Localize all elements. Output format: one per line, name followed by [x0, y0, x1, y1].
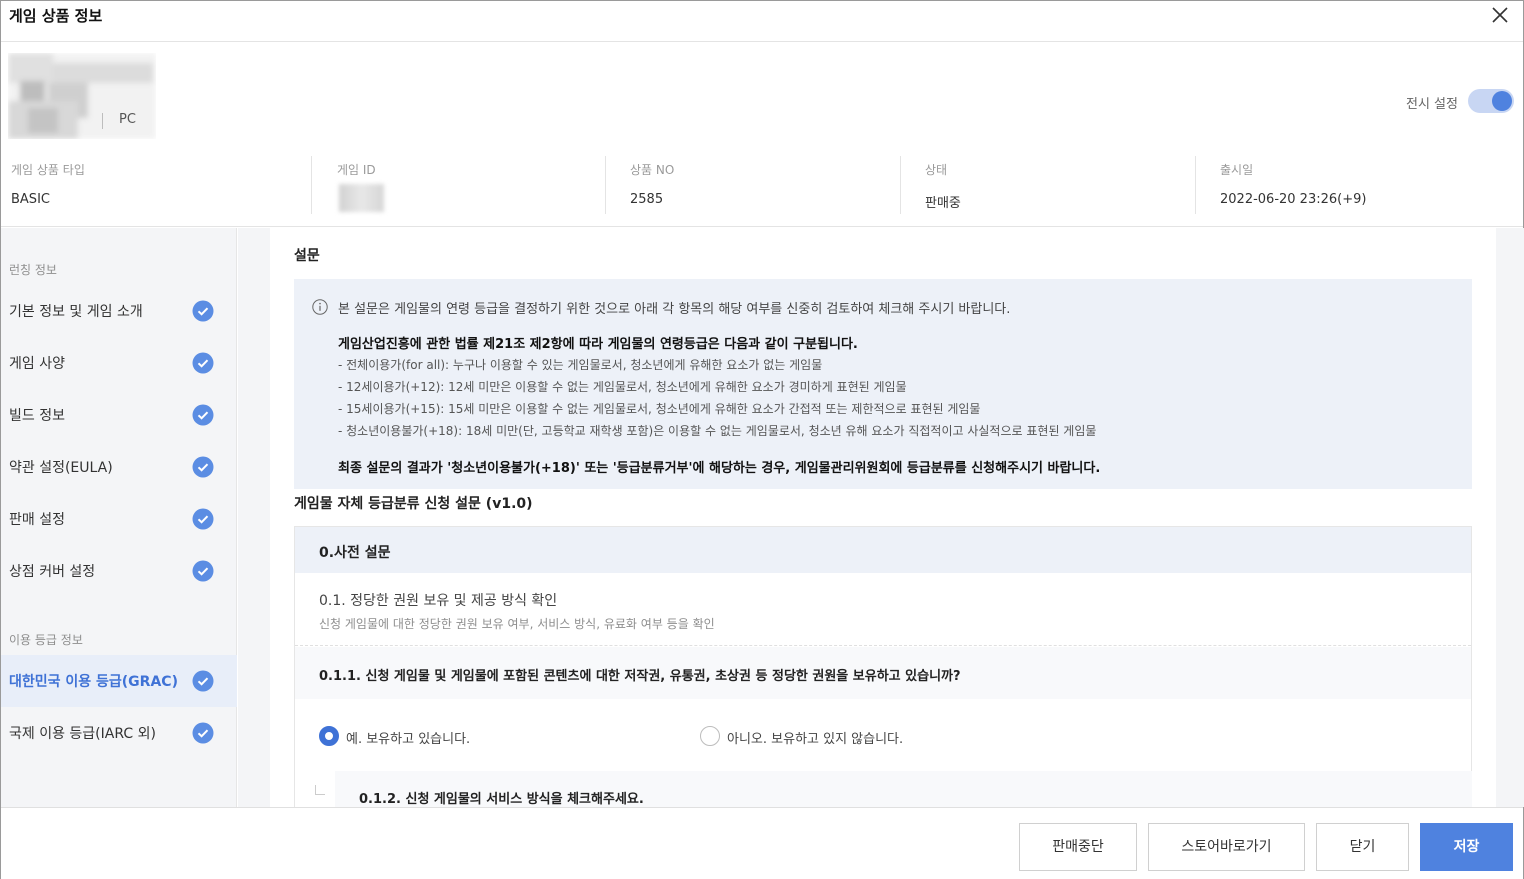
store-shortcut-button[interactable]: 스토어바로가기 — [1148, 823, 1305, 871]
check-circle-icon — [192, 300, 214, 322]
sidebar-item-basic-info[interactable]: 기본 정보 및 게임 소개 — [1, 285, 237, 337]
info-value: 2585 — [630, 192, 664, 207]
divider — [605, 156, 606, 214]
notice-intro: 본 설문은 게임물의 연령 등급을 결정하기 위한 것으로 아래 각 항목의 해… — [338, 302, 1011, 317]
notice-line: - 12세이용가(+12): 12세 미만은 이용할 수 없는 게임물로서, 청… — [338, 380, 907, 394]
product-info-dialog: 게임 상품 정보 PC 전시 설정 게임 상품 타입 BASIC 게임 ID 상… — [0, 0, 1524, 879]
radio-no[interactable] — [700, 726, 720, 746]
sidebar-item-label: 기본 정보 및 게임 소개 — [9, 304, 143, 320]
notice-line: - 청소년이용불가(+18): 18세 미만(단, 고등학교 재학생 포함)은 … — [338, 424, 1097, 438]
product-info-row: 게임 상품 타입 BASIC 게임 ID 상품 NO 2585 상태 판매중 출… — [1, 151, 1523, 227]
stop-sale-button[interactable]: 판매중단 — [1019, 823, 1137, 871]
info-value: 판매중 — [925, 196, 961, 211]
notice-heading: 게임산업진흥에 관한 법률 제21조 제2항에 따라 게임물의 연령등급은 다음… — [338, 337, 858, 352]
survey-section-title: 0.사전 설문 — [319, 545, 391, 561]
survey-subsection: 0.1. 정당한 권원 보유 및 제공 방식 확인 신청 게임물에 대한 정당한… — [295, 574, 1471, 646]
divider — [900, 156, 901, 214]
info-label: 상품 NO — [630, 163, 675, 177]
sidebar-item-label: 대한민국 이용 등급(GRAC) — [9, 674, 178, 690]
info-label: 게임 ID — [337, 163, 376, 177]
game-id-value-redacted — [339, 184, 384, 212]
dialog-title: 게임 상품 정보 — [9, 7, 103, 25]
close-icon[interactable] — [1489, 4, 1511, 26]
toggle-knob — [1492, 91, 1512, 111]
close-button[interactable]: 닫기 — [1316, 823, 1409, 871]
save-button[interactable]: 저장 — [1420, 823, 1513, 871]
info-label: 상태 — [925, 163, 948, 177]
check-circle-icon — [192, 670, 214, 692]
question-text: 0.1.2. 신청 게임물의 서비스 방식을 체크해주세요. — [359, 792, 644, 807]
divider — [311, 156, 312, 214]
sidebar-item-build-info[interactable]: 빌드 정보 — [1, 389, 237, 441]
sidebar-item-game-spec[interactable]: 게임 사양 — [1, 337, 237, 389]
survey-notice: 본 설문은 게임물의 연령 등급을 결정하기 위한 것으로 아래 각 항목의 해… — [294, 279, 1472, 489]
sidebar-item-label: 빌드 정보 — [9, 408, 65, 424]
survey-section-header: 0.사전 설문 — [295, 527, 1471, 573]
sidebar-item-label: 상점 커버 설정 — [9, 564, 96, 580]
radio-yes[interactable] — [319, 726, 339, 746]
sidebar-section-launch: 런칭 정보 — [9, 263, 57, 277]
sub-question-marker — [315, 785, 325, 795]
sidebar-item-sales-settings[interactable]: 판매 설정 — [1, 493, 237, 545]
question-0-1-2: 0.1.2. 신청 게임물의 서비스 방식을 체크해주세요. — [335, 771, 1472, 807]
question-0-1-1: 0.1.1. 신청 게임물 및 게임물에 포함된 콘텐츠에 대한 저작권, 유통… — [295, 647, 1471, 699]
radio-no-label[interactable]: 아니오. 보유하고 있지 않습니다. — [727, 728, 903, 747]
display-setting-label: 전시 설정 — [1406, 97, 1458, 112]
survey-title: 게임물 자체 등급분류 신청 설문 (v1.0) — [294, 496, 533, 512]
check-circle-icon — [192, 508, 214, 530]
survey-box: 0.사전 설문 0.1. 정당한 권원 보유 및 제공 방식 확인 신청 게임물… — [294, 526, 1472, 807]
dialog-header: 게임 상품 정보 — [1, 1, 1523, 42]
sidebar-item-grac[interactable]: 대한민국 이용 등급(GRAC) — [1, 655, 237, 707]
divider — [102, 113, 103, 129]
radio-yes-label[interactable]: 예. 보유하고 있습니다. — [346, 728, 470, 747]
divider — [1195, 156, 1196, 214]
question-text: 0.1.1. 신청 게임물 및 게임물에 포함된 콘텐츠에 대한 저작권, 유통… — [319, 669, 961, 684]
sidebar-item-label: 국제 이용 등급(IARC 외) — [9, 726, 156, 742]
info-label: 출시일 — [1220, 163, 1254, 177]
sidebar-item-eula[interactable]: 약관 설정(EULA) — [1, 441, 237, 493]
dialog-footer: 판매중단 스토어바로가기 닫기 저장 — [1, 807, 1523, 879]
check-circle-icon — [192, 404, 214, 426]
survey-content[interactable]: 설문 본 설문은 게임물의 연령 등급을 결정하기 위한 것으로 아래 각 항목… — [270, 228, 1496, 807]
check-circle-icon — [192, 456, 214, 478]
platform-label: PC — [119, 112, 136, 127]
sidebar-section-rating: 이용 등급 정보 — [9, 633, 83, 647]
info-value: BASIC — [11, 192, 50, 207]
sidebar-item-label: 게임 사양 — [9, 356, 65, 372]
sidebar-item-store-cover[interactable]: 상점 커버 설정 — [1, 545, 237, 597]
section-title: 설문 — [294, 248, 320, 264]
sidebar-item-label: 약관 설정(EULA) — [9, 460, 113, 476]
check-circle-icon — [192, 560, 214, 582]
check-circle-icon — [192, 352, 214, 374]
sidebar-item-iarc[interactable]: 국제 이용 등급(IARC 외) — [1, 707, 237, 759]
check-circle-icon — [192, 722, 214, 744]
notice-line: - 전체이용가(for all): 누구나 이용할 수 있는 게임물로서, 청소… — [338, 358, 823, 372]
display-setting-toggle[interactable] — [1468, 89, 1514, 113]
subsection-description: 신청 게임물에 대한 정당한 권원 보유 여부, 서비스 방식, 유료화 여부 … — [319, 617, 715, 631]
info-label: 게임 상품 타입 — [11, 163, 85, 177]
sidebar-item-label: 판매 설정 — [9, 512, 65, 528]
info-value: 2022-06-20 23:26(+9) — [1220, 192, 1367, 207]
subsection-title: 0.1. 정당한 권원 보유 및 제공 방식 확인 — [319, 593, 558, 609]
notice-final: 최종 설문의 결과가 '청소년이용불가(+18)' 또는 '등급분류거부'에 해… — [338, 461, 1101, 476]
sidebar: 런칭 정보 기본 정보 및 게임 소개 게임 사양 빌드 정보 약관 설정(EU… — [1, 228, 237, 807]
notice-line: - 15세이용가(+15): 15세 미만은 이용할 수 없는 게임물로서, 청… — [338, 402, 981, 416]
info-icon — [312, 299, 328, 315]
